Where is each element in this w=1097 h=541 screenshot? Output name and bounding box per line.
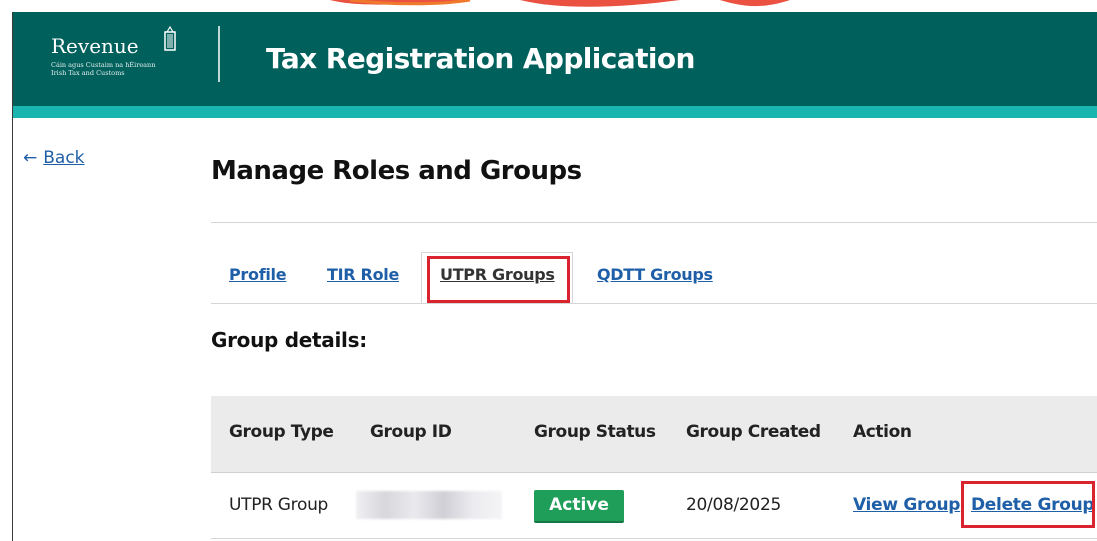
logo-wordmark: Revenue <box>51 34 139 58</box>
view-group-link[interactable]: View Group <box>853 495 960 515</box>
app-title: Tax Registration Application <box>266 42 695 75</box>
back-link-label: Back <box>43 148 85 168</box>
title-divider <box>211 222 1097 223</box>
status-badge: Active <box>534 490 624 523</box>
cell-group-type: UTPR Group <box>229 495 329 515</box>
header-divider <box>218 26 220 82</box>
highlight-box-utpr-tab <box>427 256 570 303</box>
tab-tir-role[interactable]: TIR Role <box>327 265 399 284</box>
back-link[interactable]: ← Back <box>23 148 85 168</box>
arrow-left-icon: ← <box>23 148 38 168</box>
column-header-group-created: Group Created <box>686 422 821 442</box>
table-header-border <box>211 472 1097 473</box>
section-title: Group details: <box>211 328 367 352</box>
highlight-box-delete-group <box>961 481 1095 528</box>
cell-group-id-redacted <box>356 491 502 519</box>
column-header-action: Action <box>853 422 912 442</box>
app-header: Revenue Cáin agus Custaim na hÉireann Ir… <box>13 12 1097 106</box>
tabs-baseline <box>211 303 1097 304</box>
column-header-group-id: Group ID <box>370 422 452 442</box>
cell-group-created: 20/08/2025 <box>686 495 781 515</box>
column-header-group-type: Group Type <box>229 422 334 442</box>
header-accent-stripe <box>13 106 1097 118</box>
tab-qdtt-groups[interactable]: QDTT Groups <box>597 265 713 284</box>
logo-subtitle: Cáin agus Custaim na hÉireann Irish Tax … <box>51 61 156 77</box>
harp-icon <box>164 26 176 51</box>
row-divider <box>211 538 1097 539</box>
page-title: Manage Roles and Groups <box>211 156 582 186</box>
column-header-group-status: Group Status <box>534 422 656 442</box>
tab-profile[interactable]: Profile <box>229 265 287 284</box>
